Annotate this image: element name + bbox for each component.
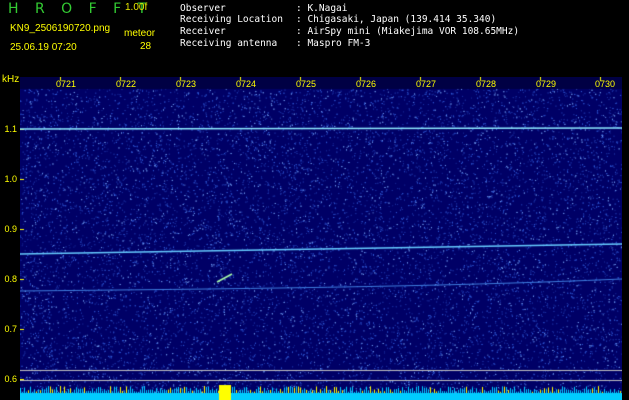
header-panel: H R O F F T 1.00f KN9_2506190720.png 25.… <box>0 0 629 72</box>
info-value-observer: : K.Nagai <box>296 3 348 14</box>
meteor-label: meteor <box>124 28 156 39</box>
version-label: 1.00f <box>125 2 148 13</box>
meteor-count: 28 <box>140 41 152 52</box>
datetime-label: 25.06.19 07:20 <box>10 42 77 53</box>
time-tick-label: 0724 <box>236 79 257 89</box>
time-tick-label: 0725 <box>296 79 317 89</box>
y-tick-label: 0.8 <box>4 274 17 284</box>
y-tick-label: 0.9 <box>4 224 17 234</box>
time-tick-label: 0728 <box>476 79 497 89</box>
time-tick-label: 0726 <box>356 79 377 89</box>
spectrogram-canvas <box>20 77 622 400</box>
time-tick-label: 0723 <box>176 79 197 89</box>
time-tick-label: 0727 <box>416 79 437 89</box>
info-value-antenna: : Maspro FM-3 <box>296 38 371 49</box>
time-tick-label: 0729 <box>536 79 557 89</box>
y-tick-label: 1.1 <box>4 124 17 134</box>
info-value-location: : Chigasaki, Japan (139.414 35.340) <box>296 14 497 25</box>
y-axis-unit: kHz <box>2 74 20 85</box>
info-key-antenna: Receiving antenna <box>180 38 278 49</box>
info-key-location: Receiving Location <box>180 14 283 25</box>
y-tick-label: 0.7 <box>4 324 17 334</box>
y-tick-label: 0.6 <box>4 374 17 384</box>
time-tick-label: 0722 <box>116 79 137 89</box>
filename-label: KN9_2506190720.png <box>10 23 111 34</box>
y-tick-label: 1.0 <box>4 174 17 184</box>
info-key-receiver: Receiver <box>180 26 226 37</box>
info-value-receiver: : AirSpy mini (Miakejima VOR 108.65MHz) <box>296 26 520 37</box>
info-key-observer: Observer <box>180 3 226 14</box>
time-tick-label: 0721 <box>56 79 77 89</box>
time-tick-label: 0730 <box>595 79 616 89</box>
